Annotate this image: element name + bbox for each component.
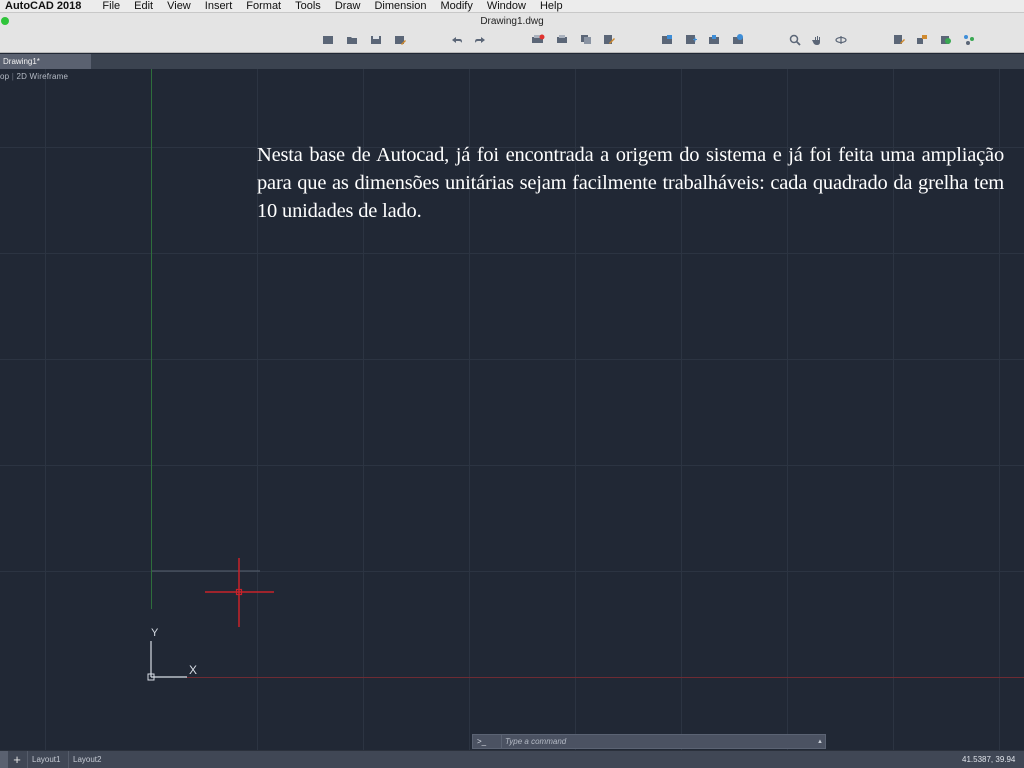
drawing-tabs: Drawing1*: [0, 54, 1024, 69]
command-prompt-button[interactable]: >_: [473, 735, 502, 748]
block-icon[interactable]: [684, 33, 698, 46]
menu-draw[interactable]: Draw: [328, 0, 368, 13]
connect-icon[interactable]: [962, 33, 976, 46]
annotation-text: Nesta base de Autocad, já foi encontrada…: [257, 144, 1004, 222]
redo-icon[interactable]: [473, 33, 487, 46]
save-icon[interactable]: [369, 33, 383, 46]
menu-bar: AutoCAD 2018 File Edit View Insert Forma…: [0, 0, 1024, 13]
visual-style-label[interactable]: 2D Wireframe: [16, 72, 68, 81]
y-axis-line: [151, 69, 152, 609]
grid-line: [0, 359, 1024, 360]
print-icon[interactable]: [555, 33, 569, 46]
menu-window[interactable]: Window: [480, 0, 533, 13]
render-icon[interactable]: [939, 33, 953, 46]
paste-icon[interactable]: [602, 33, 616, 46]
app-menu[interactable]: AutoCAD 2018: [0, 0, 95, 13]
command-line: >_ ▲: [472, 734, 826, 749]
tab-layout1[interactable]: Layout1: [27, 751, 64, 768]
properties-icon[interactable]: [892, 33, 906, 46]
menu-view[interactable]: View: [160, 0, 198, 13]
drawing-canvas[interactable]: op | 2D Wireframe Nesta base de Autocad,…: [0, 69, 1024, 750]
menu-insert[interactable]: Insert: [198, 0, 240, 13]
coordinates-readout[interactable]: 41.5387, 39.94: [962, 751, 1024, 768]
menu-edit[interactable]: Edit: [127, 0, 160, 13]
menu-file[interactable]: File: [95, 0, 127, 13]
window-title: Drawing1.dwg: [480, 16, 544, 27]
ucs-x-label: X: [189, 663, 198, 677]
tab-drawing1[interactable]: Drawing1*: [0, 54, 91, 69]
open-icon[interactable]: [345, 33, 359, 46]
copy-icon[interactable]: [579, 33, 593, 46]
zoom-icon[interactable]: [788, 33, 802, 46]
menu-tools[interactable]: Tools: [288, 0, 328, 13]
menu-dimension[interactable]: Dimension: [367, 0, 433, 13]
ucs-y-label: Y: [151, 627, 159, 639]
undo-icon[interactable]: [450, 33, 464, 46]
insert-icon[interactable]: [707, 33, 721, 46]
orbit-icon[interactable]: [834, 33, 848, 46]
toolbar: Drawing1.dwg: [0, 13, 1024, 53]
grid-line: [45, 69, 46, 750]
menu-modify[interactable]: Modify: [433, 0, 479, 13]
x-axis-line: [186, 677, 1024, 678]
menu-help[interactable]: Help: [533, 0, 570, 13]
save-as-icon[interactable]: [393, 33, 407, 46]
match-icon[interactable]: [915, 33, 929, 46]
new-icon[interactable]: [321, 33, 335, 46]
pan-icon[interactable]: [811, 33, 825, 46]
chevron-up-icon[interactable]: ▲: [815, 739, 825, 745]
layout-menu-button[interactable]: [0, 751, 8, 768]
crosshair-cursor: [152, 558, 274, 627]
grid-line: [0, 253, 1024, 254]
layer-icon[interactable]: [660, 33, 674, 46]
plot-icon[interactable]: [531, 33, 545, 46]
viewport-label[interactable]: op | 2D Wireframe: [0, 72, 68, 81]
tab-layout2[interactable]: Layout2: [68, 751, 105, 768]
command-input[interactable]: [502, 735, 815, 748]
add-layout-button[interactable]: +: [10, 751, 24, 768]
status-bar: + Layout1 Layout2 41.5387, 39.94: [0, 750, 1024, 768]
table-icon[interactable]: [731, 33, 745, 46]
view-label[interactable]: op: [0, 72, 9, 81]
grid-line: [0, 465, 1024, 466]
menu-format[interactable]: Format: [239, 0, 288, 13]
